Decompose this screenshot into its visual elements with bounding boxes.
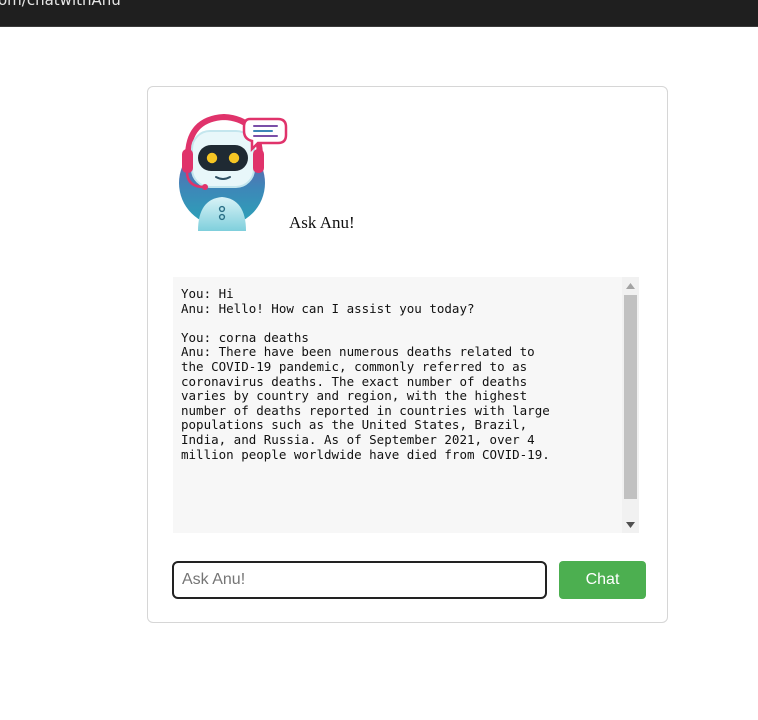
chat-card: Ask Anu! You: Hi Anu: Hello! How can I a… — [147, 86, 668, 623]
question-input[interactable] — [172, 561, 547, 599]
triangle-down-icon — [626, 521, 635, 528]
address-bar-url[interactable]: om/chatwithAnu — [0, 0, 121, 9]
page-title: Ask Anu! — [289, 213, 355, 232]
scroll-down-button[interactable] — [622, 516, 639, 533]
chat-scrollbar[interactable] — [622, 277, 639, 533]
robot-headset-icon — [179, 113, 288, 231]
browser-address-bar[interactable]: om/chatwithAnu — [0, 0, 758, 27]
scrollbar-thumb[interactable] — [624, 295, 637, 499]
scroll-up-button[interactable] — [622, 277, 639, 294]
chat-button[interactable]: Chat — [559, 561, 646, 599]
chat-log-text: You: Hi Anu: Hello! How can I assist you… — [181, 286, 550, 462]
chat-log[interactable]: You: Hi Anu: Hello! How can I assist you… — [173, 277, 639, 533]
triangle-up-icon — [626, 282, 635, 289]
